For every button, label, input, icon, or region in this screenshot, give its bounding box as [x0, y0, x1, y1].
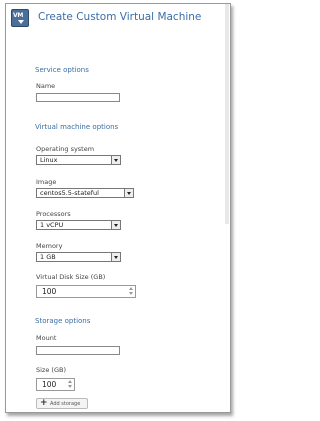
disk-size-label: Virtual Disk Size (GB) [36, 273, 106, 281]
add-storage-button[interactable]: + Add storage [36, 398, 88, 409]
vm-logo-text: VM [13, 12, 24, 19]
create-vm-dialog: VM Create Custom Virtual Machine Service… [5, 3, 231, 413]
section-heading-storage-options: Storage options [35, 317, 91, 325]
plus-icon: + [40, 398, 48, 408]
section-heading-service-options: Service options [35, 66, 89, 74]
mount-label: Mount [36, 334, 57, 342]
add-storage-label: Add storage [50, 401, 81, 407]
processors-selected-value: 1 vCPU [40, 221, 64, 229]
name-input[interactable] [36, 93, 120, 102]
os-label: Operating system [36, 145, 95, 153]
size-stepper[interactable]: 100 [36, 378, 75, 391]
dropdown-arrow-icon[interactable] [111, 221, 120, 229]
os-selected-value: Linux [40, 156, 58, 164]
spinner-down-icon[interactable] [129, 292, 133, 295]
name-label: Name [36, 82, 56, 90]
memory-label: Memory [36, 242, 63, 250]
vm-logo-icon: VM [11, 9, 29, 27]
memory-select[interactable]: 1 GB [36, 252, 121, 262]
spinner-up-icon[interactable] [68, 380, 72, 383]
os-select[interactable]: Linux [36, 155, 121, 165]
image-label: Image [36, 178, 57, 186]
spinner-buttons[interactable] [128, 287, 134, 296]
dropdown-arrow-icon[interactable] [111, 253, 120, 261]
size-label: Size (GB) [36, 366, 66, 374]
mount-input[interactable] [36, 346, 120, 355]
processors-select[interactable]: 1 vCPU [36, 220, 121, 230]
dropdown-arrow-icon[interactable] [124, 189, 133, 197]
spinner-down-icon[interactable] [68, 385, 72, 388]
logo-arrow-icon [18, 20, 24, 24]
dropdown-arrow-icon[interactable] [111, 156, 120, 164]
image-select[interactable]: centos5.5-stateful [36, 188, 134, 198]
size-value: 100 [42, 380, 57, 389]
vertical-scrollbar[interactable] [225, 4, 229, 224]
spinner-buttons[interactable] [67, 380, 73, 389]
dialog-header: VM Create Custom Virtual Machine [6, 4, 230, 34]
memory-selected-value: 1 GB [40, 253, 56, 261]
dialog-title: Create Custom Virtual Machine [38, 11, 202, 23]
disk-size-stepper[interactable]: 100 [36, 285, 136, 298]
processors-label: Processors [36, 210, 71, 218]
spinner-up-icon[interactable] [129, 287, 133, 290]
image-selected-value: centos5.5-stateful [40, 189, 99, 197]
disk-size-value: 100 [42, 287, 57, 296]
section-heading-vm-options: Virtual machine options [35, 123, 119, 131]
